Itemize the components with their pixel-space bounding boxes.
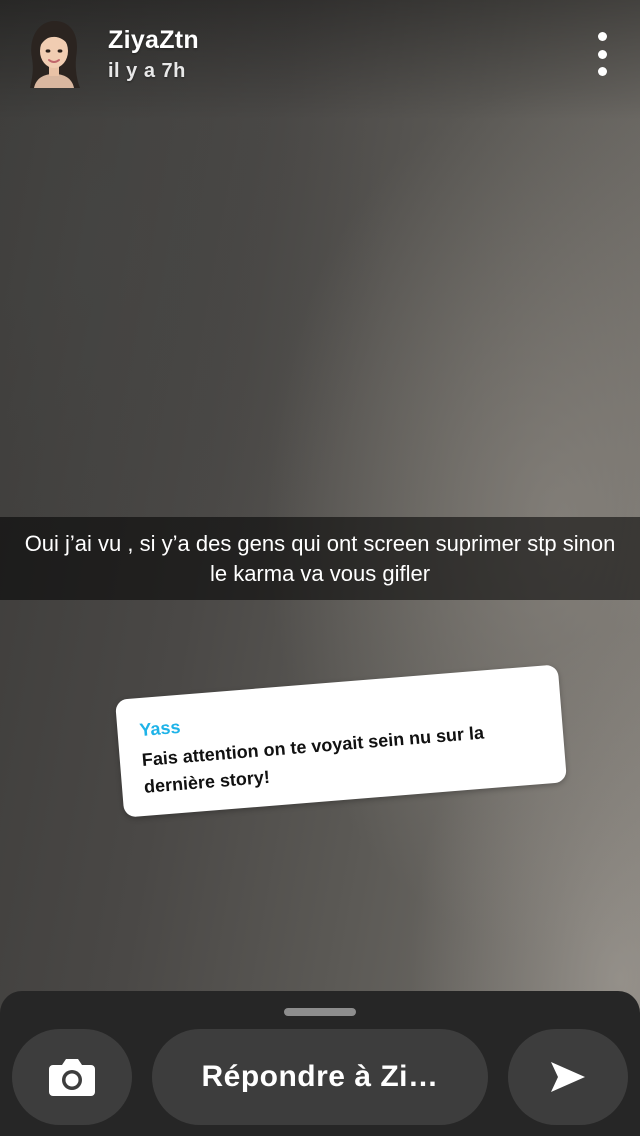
more-vertical-icon (597, 32, 607, 41)
camera-icon (49, 1059, 95, 1096)
story-caption: Oui j’ai vu , si y’a des gens qui ont sc… (0, 517, 640, 600)
reply-placeholder: Répondre à Zi… (201, 1060, 439, 1093)
camera-button[interactable] (12, 1029, 132, 1125)
send-button[interactable] (508, 1029, 628, 1125)
username[interactable]: ZiyaZtn (108, 26, 199, 55)
more-options-button[interactable] (584, 32, 620, 76)
drag-handle[interactable] (284, 1008, 356, 1016)
avatar[interactable] (22, 18, 86, 90)
reply-input[interactable]: Répondre à Zi… (152, 1029, 488, 1125)
caption-text: Oui j’ai vu , si y’a des gens qui ont sc… (24, 530, 616, 586)
bitmoji-avatar-icon (30, 20, 80, 88)
header-gradient (0, 0, 640, 120)
send-arrow-icon (551, 1062, 585, 1092)
timestamp: il y a 7h (108, 60, 186, 82)
